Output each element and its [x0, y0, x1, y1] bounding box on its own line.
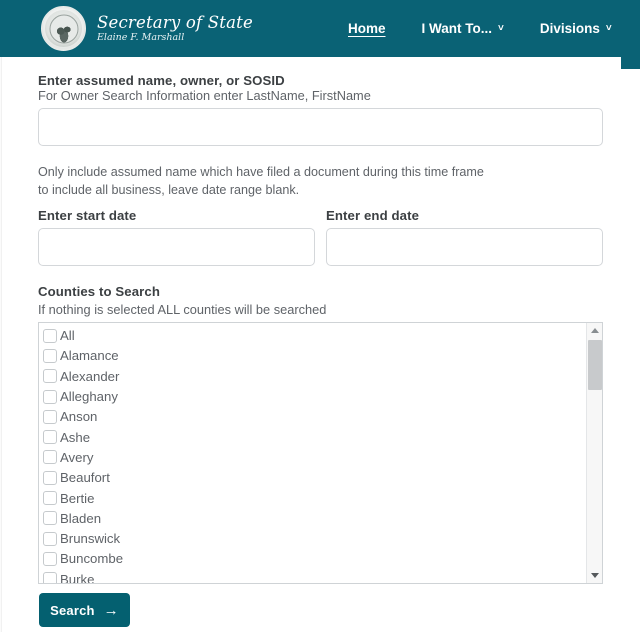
- county-label: Bertie: [60, 490, 95, 506]
- brand-text: Secretary of State Elaine F. Marshall: [97, 14, 253, 42]
- nav-item-home[interactable]: Home: [330, 21, 404, 36]
- nav-item-home-label: Home: [348, 21, 386, 36]
- search-button-label: Search: [50, 602, 95, 618]
- brand[interactable]: Secretary of State Elaine F. Marshall: [41, 6, 253, 51]
- name-field-label-group: Enter assumed name, owner, or SOSID For …: [38, 73, 640, 103]
- end-date-group: Enter end date: [326, 208, 603, 266]
- search-button[interactable]: Search →: [39, 593, 130, 627]
- county-checkbox[interactable]: [43, 491, 57, 506]
- state-seal-icon: [41, 6, 86, 51]
- county-checkbox[interactable]: [43, 409, 57, 424]
- county-row[interactable]: Alleghany: [43, 386, 587, 406]
- nav-item-i-want-to[interactable]: I Want To... ˅: [404, 21, 522, 36]
- nav-item-clipped[interactable]: To: [630, 21, 640, 36]
- scroll-down-button[interactable]: [587, 567, 602, 583]
- county-checkbox[interactable]: [43, 450, 57, 465]
- county-row[interactable]: Beaufort: [43, 468, 587, 488]
- county-label: Ashe: [60, 429, 91, 445]
- county-label: Avery: [60, 449, 94, 465]
- nav-item-divisions[interactable]: Divisions ˅: [522, 21, 630, 36]
- counties-label-group: Counties to Search If nothing is selecte…: [38, 284, 640, 317]
- county-row[interactable]: Avery: [43, 447, 587, 467]
- county-label: Anson: [60, 409, 98, 425]
- county-label: Buncombe: [60, 551, 124, 567]
- end-date-input[interactable]: [326, 227, 603, 266]
- county-row[interactable]: Bertie: [43, 488, 587, 508]
- page-root: Secretary of State Elaine F. Marshall Ho…: [0, 0, 640, 632]
- counties-label: Counties to Search: [38, 283, 160, 299]
- brand-subtitle: Elaine F. Marshall: [97, 31, 185, 43]
- county-label: All: [60, 328, 75, 344]
- triangle-down-icon: [591, 572, 599, 578]
- triangle-up-icon: [591, 327, 599, 333]
- county-label: Brunswick: [60, 531, 121, 547]
- end-date-label: Enter end date: [326, 207, 419, 223]
- start-date-group: Enter start date: [38, 208, 315, 266]
- county-checkbox[interactable]: [43, 328, 57, 343]
- county-checkbox[interactable]: [43, 511, 57, 526]
- date-hint-line-1: Only include assumed name which have fil…: [38, 165, 484, 179]
- start-date-label: Enter start date: [38, 207, 137, 223]
- county-row[interactable]: Anson: [43, 407, 587, 427]
- county-checkbox[interactable]: [43, 369, 57, 384]
- county-row[interactable]: Alexander: [43, 366, 587, 386]
- county-label: Bladen: [60, 510, 102, 526]
- county-row[interactable]: Bladen: [43, 508, 587, 528]
- name-field-hint: For Owner Search Information enter LastN…: [38, 88, 371, 103]
- county-label: Alamance: [60, 348, 119, 364]
- counties-scrollbar[interactable]: [586, 322, 602, 583]
- county-checkbox[interactable]: [43, 572, 57, 583]
- name-field-label: Enter assumed name, owner, or SOSID: [38, 73, 285, 88]
- search-name-input[interactable]: [38, 108, 603, 146]
- scrollbar-thumb[interactable]: [588, 339, 602, 390]
- chevron-down-icon: ˅: [605, 22, 612, 34]
- main-nav: Home I Want To... ˅ Divisions ˅ To: [330, 0, 640, 57]
- nav-item-i-want-to-label: I Want To...: [421, 21, 493, 36]
- counties-listbox[interactable]: All Alamance Alexander Alleghany Anson Ashe Av…: [38, 321, 603, 584]
- site-header: Secretary of State Elaine F. Marshall Ho…: [0, 0, 640, 57]
- county-label: Burke: [60, 571, 95, 584]
- arrow-right-icon: →: [103, 601, 119, 619]
- chevron-down-icon: ˅: [498, 22, 504, 34]
- county-checkbox[interactable]: [43, 348, 57, 363]
- county-row[interactable]: All: [43, 326, 587, 346]
- scroll-up-button[interactable]: [587, 322, 602, 338]
- county-checkbox[interactable]: [43, 551, 57, 566]
- counties-list: All Alamance Alexander Alleghany Anson Ashe Av…: [39, 323, 587, 583]
- county-label: Beaufort: [60, 470, 110, 486]
- county-row[interactable]: Buncombe: [43, 549, 587, 569]
- county-row[interactable]: Burke: [43, 569, 587, 583]
- county-checkbox[interactable]: [43, 531, 57, 546]
- search-form: Enter assumed name, owner, or SOSID For …: [0, 57, 640, 584]
- nav-item-divisions-label: Divisions: [539, 21, 600, 36]
- date-range-row: Enter start date Enter end date: [38, 208, 640, 266]
- start-date-input[interactable]: [38, 227, 315, 266]
- county-checkbox[interactable]: [43, 470, 57, 485]
- county-checkbox[interactable]: [43, 430, 57, 445]
- county-label: Alleghany: [60, 389, 118, 405]
- county-row[interactable]: Ashe: [43, 427, 587, 447]
- county-row[interactable]: Brunswick: [43, 528, 587, 548]
- county-row[interactable]: Alamance: [43, 346, 587, 366]
- date-hint-line-2: to include all business, leave date rang…: [38, 183, 300, 198]
- counties-hint: If nothing is selected ALL counties will…: [38, 301, 327, 317]
- brand-title: Secretary of State: [97, 13, 253, 33]
- county-checkbox[interactable]: [43, 389, 57, 404]
- date-hint-group: Only include assumed name which have fil…: [38, 163, 640, 200]
- county-label: Alexander: [60, 368, 120, 384]
